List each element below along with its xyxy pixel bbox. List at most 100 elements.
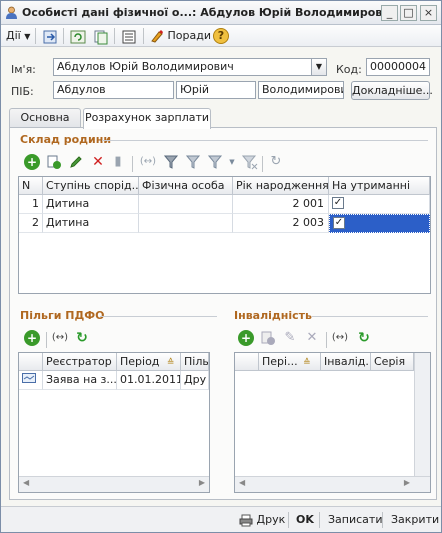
add-icon[interactable]: +	[238, 330, 254, 346]
filter-icon[interactable]	[186, 154, 202, 170]
name-field[interactable]: Абдулов Юрій Володимирович	[53, 58, 327, 76]
details-button[interactable]: Докладніше...	[351, 81, 433, 100]
birth-year-cell[interactable]: 2 003	[233, 214, 329, 233]
footer-separator	[319, 512, 320, 528]
column-header-person[interactable]: Фізична особа	[139, 177, 233, 195]
chevron-down-icon[interactable]: ▼	[224, 154, 240, 170]
copy-row-icon[interactable]	[46, 154, 62, 170]
column-header-period[interactable]: Пері... ≙	[259, 353, 321, 371]
add-icon[interactable]: +	[24, 154, 40, 170]
dependent-checkbox[interactable]: ✓	[333, 217, 345, 229]
copy-row-icon	[261, 331, 275, 345]
actions-menu[interactable]: Дії ▼	[6, 27, 30, 45]
save-button[interactable]: Записати	[328, 512, 382, 528]
refresh-icon[interactable]: ↻	[268, 154, 284, 170]
filter-set-icon[interactable]	[164, 154, 180, 170]
save-disabled-icon: ▮	[114, 154, 122, 169]
clear-filter-icon[interactable]	[242, 154, 258, 170]
toolbar-separator	[132, 156, 133, 172]
column-header-dependent[interactable]: На утриманні	[329, 177, 430, 195]
tab-salary[interactable]: Розрахунок зарплати	[83, 108, 211, 129]
actions-label: Дії	[6, 29, 21, 42]
patronymic-field[interactable]: Володимирович	[258, 81, 344, 99]
toolbar-separator	[143, 28, 144, 44]
benefit-cell[interactable]: Дру	[181, 371, 209, 390]
scroll-left-icon[interactable]: ◀	[23, 478, 29, 487]
salary-tab-panel: Склад родини + ✕ ▮ (↔) ▼ ↻ N Ступінь спо…	[9, 127, 437, 500]
list-icon[interactable]	[121, 28, 137, 46]
column-header-period[interactable]: Період ≙	[117, 353, 181, 371]
edit-icon[interactable]	[68, 154, 84, 170]
close-button[interactable]: Закрити	[391, 512, 439, 528]
scroll-right-icon[interactable]: ▶	[404, 478, 410, 487]
column-header-n[interactable]: N	[19, 177, 43, 195]
document-cell	[19, 371, 43, 390]
footer-separator	[288, 512, 289, 528]
column-header-registrar[interactable]: Реєстратор	[43, 353, 117, 371]
dependent-checkbox[interactable]: ✓	[332, 197, 344, 209]
toolbar-separator	[326, 332, 327, 348]
period-header-label: Пері...	[262, 355, 298, 368]
refresh-icon[interactable]: ↻	[74, 330, 90, 346]
row-number: 1	[19, 195, 43, 214]
relation-cell[interactable]: Дитина	[43, 214, 139, 233]
column-header-disability[interactable]: Інвалід...	[321, 353, 371, 371]
benefits-table[interactable]: Реєстратор Період ≙ Піль Заява на з... 0…	[18, 352, 210, 493]
name-dropdown-button[interactable]: ▼	[311, 59, 326, 75]
firstname-field[interactable]: Юрій	[176, 81, 256, 99]
refresh-icon[interactable]	[70, 28, 86, 46]
column-header-benefit[interactable]: Піль	[181, 353, 209, 371]
patronymic-value: Володимирович	[262, 83, 343, 96]
filter-dropdown-icon[interactable]	[208, 154, 224, 170]
minimize-button[interactable]: _	[381, 5, 398, 21]
move-icon[interactable]: (↔)	[330, 330, 350, 346]
benefits-section-title: Пільги ПДФО	[20, 309, 105, 322]
relation-cell[interactable]: Дитина	[43, 195, 139, 214]
dependent-cell-selected[interactable]: ✓	[329, 214, 430, 233]
refresh-icon[interactable]: ↻	[356, 330, 372, 346]
column-header-birth-year[interactable]: Рік народження	[233, 177, 329, 195]
section-divider	[102, 140, 428, 141]
move-icon: (↔)	[139, 156, 157, 167]
birth-year-cell[interactable]: 2 001	[233, 195, 329, 214]
section-divider	[100, 316, 217, 317]
disability-table[interactable]: Пері... ≙ Інвалід... Серія ◀ ▶	[234, 352, 431, 493]
registrar-cell[interactable]: Заява на з...	[43, 371, 117, 390]
column-header-series[interactable]: Серія	[371, 353, 414, 371]
chevron-down-icon: ▼	[24, 32, 31, 41]
surname-field[interactable]: Абдулов	[53, 81, 174, 99]
title-bar: Особисті дані фізичної о...: Абдулов Юрі…	[1, 1, 441, 25]
toolbar-separator	[262, 156, 263, 172]
column-header-icon	[235, 353, 259, 371]
close-window-button[interactable]: ×	[420, 5, 437, 21]
period-cell[interactable]: 01.01.2011	[117, 371, 181, 390]
move-icon[interactable]: (↔)	[50, 330, 70, 346]
add-icon[interactable]: +	[24, 330, 40, 346]
column-header-relation[interactable]: Ступінь спорід...	[43, 177, 139, 195]
code-value: 00000004	[370, 60, 426, 73]
scroll-right-icon[interactable]: ▶	[199, 478, 205, 487]
scroll-left-icon[interactable]: ◀	[239, 478, 245, 487]
dependent-cell[interactable]: ✓	[329, 195, 430, 214]
person-cell[interactable]	[139, 214, 233, 233]
tab-main[interactable]: Основна	[9, 108, 81, 128]
code-field[interactable]: 00000004	[366, 58, 430, 76]
ok-button[interactable]: OK	[296, 512, 314, 528]
print-button[interactable]: Друк	[239, 512, 285, 528]
help-icon[interactable]: ?	[213, 28, 229, 44]
tips-button[interactable]: Поради	[150, 27, 211, 45]
printer-icon	[239, 514, 253, 526]
column-header-icon	[19, 353, 43, 371]
delete-icon[interactable]: ✕	[90, 154, 106, 170]
vertical-scrollbar[interactable]	[414, 353, 430, 476]
family-table[interactable]: N Ступінь спорід... Фізична особа Рік на…	[18, 176, 431, 294]
maximize-button[interactable]: □	[400, 5, 417, 21]
horizontal-scrollbar[interactable]: ◀ ▶	[19, 476, 209, 492]
code-label: Код:	[336, 63, 362, 76]
copy-icon[interactable]	[93, 28, 109, 46]
toolbar-separator	[46, 332, 47, 348]
toolbar: Дії ▼ Поради ?	[1, 25, 441, 47]
go-to-icon[interactable]	[42, 28, 58, 46]
person-cell[interactable]	[139, 195, 233, 214]
horizontal-scrollbar[interactable]: ◀ ▶	[235, 476, 430, 492]
